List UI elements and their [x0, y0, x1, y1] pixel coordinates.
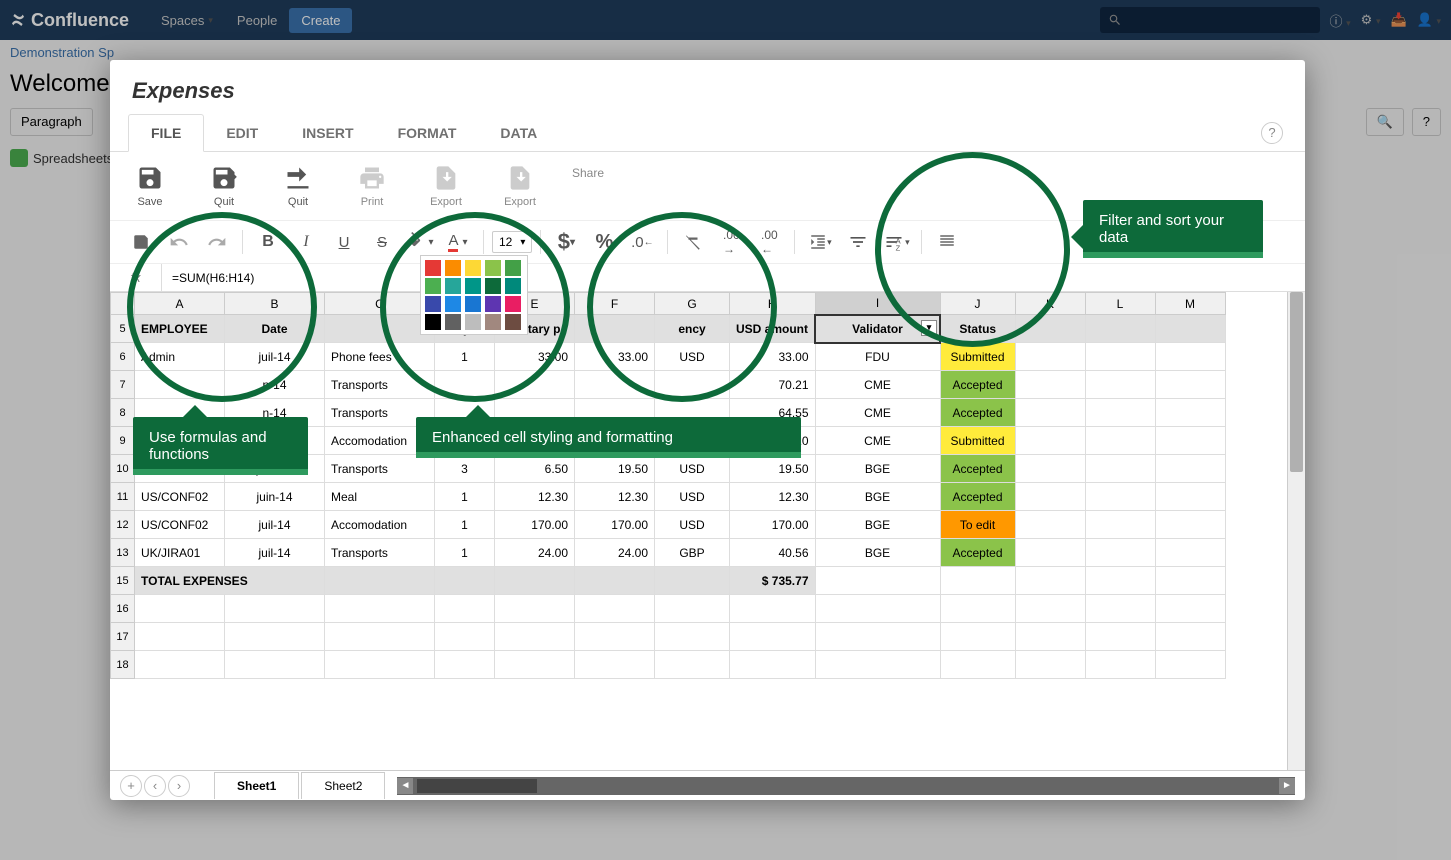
outdent-button[interactable]: ▾: [803, 227, 837, 257]
table-row[interactable]: 12 US/CONF02juil-14Accomodation 1170.001…: [111, 511, 1226, 539]
menu-tabs: FILE EDIT INSERT FORMAT DATA ?: [110, 114, 1305, 152]
filter-button[interactable]: [841, 227, 875, 257]
tab-data[interactable]: DATA: [478, 115, 559, 151]
column-header-row: ABCDEFGHIJKLM: [111, 293, 1226, 315]
callout-styling: Enhanced cell styling and formatting: [416, 417, 801, 458]
bold-button[interactable]: B: [251, 227, 285, 257]
underline-button[interactable]: U: [327, 227, 361, 257]
color-swatch[interactable]: [465, 278, 481, 294]
decimal-format-button[interactable]: .0←: [625, 227, 659, 257]
align-button[interactable]: [930, 227, 964, 257]
color-swatch[interactable]: [425, 278, 441, 294]
export-button-1[interactable]: Export: [424, 164, 468, 208]
fx-label: fx: [110, 264, 162, 291]
table-row[interactable]: 13 UK/JIRA01juil-14Transports 124.0024.0…: [111, 539, 1226, 567]
vertical-scrollbar[interactable]: [1287, 292, 1305, 770]
color-swatch[interactable]: [485, 314, 501, 330]
color-swatch[interactable]: [505, 278, 521, 294]
print-button[interactable]: Print: [350, 164, 394, 208]
horizontal-scrollbar[interactable]: ◄ ►: [397, 777, 1295, 795]
quit-button[interactable]: Quit: [276, 164, 320, 208]
table-row: 17: [111, 623, 1226, 651]
table-row[interactable]: 7 n-14Transports 70.21CME Accepted: [111, 371, 1226, 399]
next-sheet-button[interactable]: ›: [168, 775, 190, 797]
tab-file[interactable]: FILE: [128, 114, 204, 152]
color-swatch[interactable]: [465, 260, 481, 276]
decrease-decimal-button[interactable]: .00←: [752, 227, 786, 257]
add-sheet-button[interactable]: +: [120, 775, 142, 797]
formula-input[interactable]: =SUM(H6:H14): [162, 265, 1305, 291]
color-swatch[interactable]: [485, 260, 501, 276]
tab-edit[interactable]: EDIT: [204, 115, 280, 151]
color-swatch[interactable]: [445, 278, 461, 294]
color-swatch[interactable]: [445, 260, 461, 276]
spreadsheet-grid-area: ABCDEFGHIJKLM 5 EMPLOYEE Date ty Unitary…: [110, 292, 1305, 770]
callout-filter: Filter and sort your data: [1083, 200, 1263, 258]
prev-sheet-button[interactable]: ‹: [144, 775, 166, 797]
share-link[interactable]: Share: [572, 166, 604, 180]
strike-button[interactable]: S: [365, 227, 399, 257]
color-swatch[interactable]: [425, 260, 441, 276]
svg-text:Z: Z: [896, 243, 901, 252]
percent-format-button[interactable]: %: [587, 227, 621, 257]
sheet-tabs-bar: + ‹ › Sheet1 Sheet2 ◄ ►: [110, 770, 1305, 800]
modal-help-icon[interactable]: ?: [1261, 122, 1283, 144]
table-row: 16: [111, 595, 1226, 623]
color-swatch[interactable]: [445, 296, 461, 312]
redo-button[interactable]: [200, 227, 234, 257]
table-header-row: 5 EMPLOYEE Date ty Unitary p ency USD am…: [111, 315, 1226, 343]
total-row: 15 TOTAL EXPENSES $ 735.77: [111, 567, 1226, 595]
undo-button[interactable]: [162, 227, 196, 257]
table-row[interactable]: 11 US/CONF02juin-14Meal 112.3012.30 USD1…: [111, 483, 1226, 511]
tab-insert[interactable]: INSERT: [280, 115, 375, 151]
data-grid[interactable]: ABCDEFGHIJKLM 5 EMPLOYEE Date ty Unitary…: [110, 292, 1226, 679]
formula-bar: fx =SUM(H6:H14): [110, 264, 1305, 292]
color-swatch[interactable]: [505, 296, 521, 312]
color-swatch[interactable]: [445, 314, 461, 330]
color-swatch[interactable]: [505, 260, 521, 276]
currency-format-button[interactable]: $▾: [549, 227, 583, 257]
tab-format[interactable]: FORMAT: [376, 115, 479, 151]
fill-color-button[interactable]: ▾: [403, 227, 437, 257]
color-swatch[interactable]: [485, 296, 501, 312]
color-swatch[interactable]: [465, 314, 481, 330]
save-quit-button[interactable]: Quit: [202, 164, 246, 208]
filter-dropdown-icon[interactable]: ▾: [921, 320, 937, 336]
export-button-2[interactable]: Export: [498, 164, 542, 208]
font-size-input[interactable]: 12▾: [492, 231, 532, 253]
color-swatch[interactable]: [505, 314, 521, 330]
table-row[interactable]: 6 Adminjuil-14Phone fees 133.0033.00 USD…: [111, 343, 1226, 371]
color-swatch[interactable]: [485, 278, 501, 294]
color-palette-popup[interactable]: [420, 255, 528, 335]
sort-button[interactable]: AZ▾: [879, 227, 913, 257]
color-swatch[interactable]: [465, 296, 481, 312]
clear-format-button[interactable]: [676, 227, 710, 257]
italic-button[interactable]: I: [289, 227, 323, 257]
callout-formulas: Use formulas and functions: [133, 417, 308, 475]
text-color-button[interactable]: A▾: [441, 227, 475, 257]
save-button[interactable]: Save: [128, 164, 172, 208]
save-icon[interactable]: [124, 227, 158, 257]
color-swatch[interactable]: [425, 314, 441, 330]
spreadsheet-title: Expenses: [110, 60, 1305, 114]
color-swatch[interactable]: [425, 296, 441, 312]
sheet-tab-2[interactable]: Sheet2: [301, 772, 385, 799]
increase-decimal-button[interactable]: .00→: [714, 227, 748, 257]
table-row: 18: [111, 651, 1226, 679]
sheet-tab-1[interactable]: Sheet1: [214, 772, 299, 799]
